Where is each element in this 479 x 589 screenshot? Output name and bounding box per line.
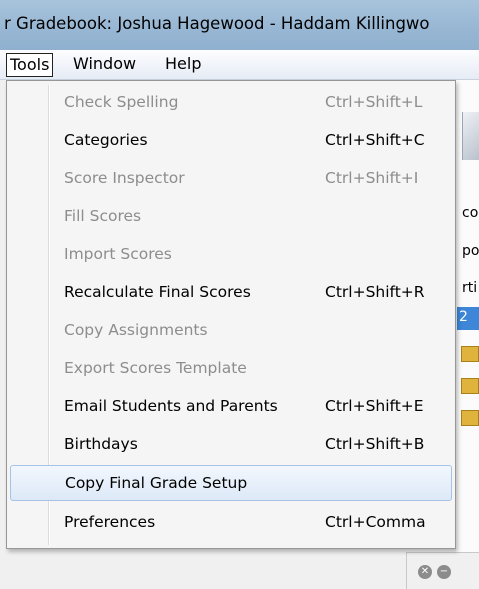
menu-item-label: Copy Final Grade Setup [65, 474, 248, 492]
folder-icon[interactable] [461, 346, 479, 362]
menu-item-fill-scores[interactable]: Fill Scores [10, 199, 452, 235]
menu-item-recalculate-final-scores[interactable]: Recalculate Final Scores Ctrl+Shift+R [10, 275, 452, 311]
menu-item-shortcut: Ctrl+Shift+E [325, 397, 424, 415]
background-text: co [462, 205, 479, 221]
close-icon[interactable]: ✕ [418, 565, 432, 579]
menu-item-preferences[interactable]: Preferences Ctrl+Comma [10, 505, 452, 541]
menu-help[interactable]: Help [162, 53, 204, 77]
menu-item-label: Export Scores Template [64, 359, 247, 377]
menu-item-label: Email Students and Parents [64, 397, 278, 415]
menu-item-label: Recalculate Final Scores [64, 283, 251, 301]
menu-item-copy-final-grade-setup[interactable]: Copy Final Grade Setup [10, 465, 452, 501]
menu-window[interactable]: Window [70, 53, 139, 77]
menu-tools[interactable]: Tools [6, 53, 54, 77]
menu-item-label: Preferences [64, 513, 156, 531]
folder-icon[interactable] [461, 410, 479, 426]
menu-item-label: Categories [64, 131, 148, 149]
menu-item-check-spelling[interactable]: Check Spelling Ctrl+Shift+L [10, 85, 452, 121]
toolbar-icon[interactable] [462, 112, 479, 160]
menu-item-label: Fill Scores [64, 207, 142, 225]
menu-item-shortcut: Ctrl+Shift+L [325, 93, 423, 111]
menu-item-label: Birthdays [64, 435, 138, 453]
menu-item-export-scores-template[interactable]: Export Scores Template [10, 351, 452, 387]
menu-item-email-students-and-parents[interactable]: Email Students and Parents Ctrl+Shift+E [10, 389, 452, 425]
background-text: rti [462, 280, 478, 296]
menu-item-categories[interactable]: Categories Ctrl+Shift+C [10, 123, 452, 159]
menu-item-import-scores[interactable]: Import Scores [10, 237, 452, 273]
menu-item-shortcut: Ctrl+Shift+C [325, 131, 425, 149]
menu-item-shortcut: Ctrl+Shift+R [325, 283, 425, 301]
menu-item-label: Copy Assignments [64, 321, 208, 339]
title-bar: r Gradebook: Joshua Hagewood - Haddam Ki… [0, 0, 479, 50]
folder-icon[interactable] [461, 378, 479, 394]
tools-dropdown-menu: Check Spelling Ctrl+Shift+L Categories C… [6, 80, 456, 549]
menu-item-shortcut: Ctrl+Shift+B [325, 435, 425, 453]
menu-item-label: Score Inspector [64, 169, 185, 187]
minus-icon[interactable]: − [437, 565, 451, 579]
background-text: po [462, 243, 479, 259]
menu-item-label: Check Spelling [64, 93, 179, 111]
menu-item-birthdays[interactable]: Birthdays Ctrl+Shift+B [10, 427, 452, 463]
menu-item-score-inspector[interactable]: Score Inspector Ctrl+Shift+I [10, 161, 452, 197]
menu-item-label: Import Scores [64, 245, 172, 263]
window-title: r Gradebook: Joshua Hagewood - Haddam Ki… [4, 14, 430, 33]
background-text: 2 [459, 309, 468, 325]
menu-item-shortcut: Ctrl+Shift+I [325, 169, 419, 187]
menu-bar: Tools Window Help [0, 50, 479, 80]
menu-item-shortcut: Ctrl+Comma [325, 513, 426, 531]
menu-item-copy-assignments[interactable]: Copy Assignments [10, 313, 452, 349]
selected-row[interactable]: 2 [457, 307, 479, 330]
